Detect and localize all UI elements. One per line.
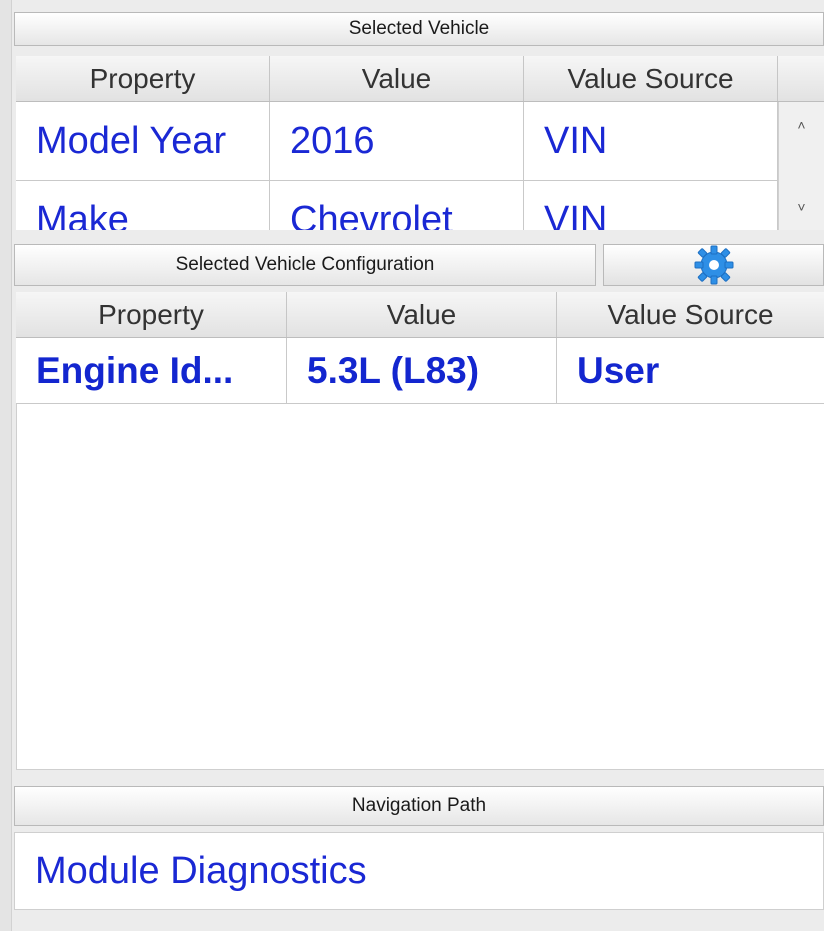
cell-property: Make: [16, 181, 270, 230]
column-header-value[interactable]: Value: [287, 292, 557, 337]
navigation-path-header: Navigation Path: [14, 786, 824, 826]
scroll-down-button[interactable]: ˅: [779, 192, 824, 222]
vehicle-info-panel: Selected Vehicle Property Value Value So…: [0, 0, 824, 931]
cell-value-source: VIN: [524, 102, 778, 180]
cell-value-source: User: [577, 349, 660, 391]
cell-value: 5.3L (L83): [287, 338, 557, 403]
gear-icon: [694, 245, 733, 285]
chevron-up-icon: ˄: [797, 117, 806, 133]
cell-value: Chevrolet: [270, 181, 524, 230]
scroll-up-button[interactable]: ˄: [779, 110, 824, 140]
configuration-header: Selected Vehicle Configuration: [14, 244, 596, 286]
navigation-path-value[interactable]: Module Diagnostics: [14, 832, 824, 910]
cell-property: Model Year: [16, 102, 270, 180]
configuration-empty-area: [16, 404, 824, 770]
configuration-column-headers: Property Value Value Source: [16, 292, 824, 338]
configuration-grid: Engine Id... 5.3L (L83) User: [16, 338, 824, 404]
chevron-down-icon: ˅: [797, 199, 806, 215]
selected-vehicle-title: Selected Vehicle: [348, 18, 490, 39]
selected-vehicle-grid: Model Year 2016 VIN Make Chevrolet VIN: [16, 102, 778, 230]
selected-vehicle-header: Selected Vehicle: [14, 12, 824, 46]
column-header-value[interactable]: Value: [270, 56, 524, 101]
cell-value: 2016: [270, 102, 524, 180]
configure-button[interactable]: [603, 244, 824, 286]
column-header-property[interactable]: Property: [16, 56, 270, 101]
navigation-path-text: Module Diagnostics: [35, 849, 367, 892]
table-row[interactable]: Make Chevrolet VIN: [16, 181, 778, 230]
selected-vehicle-column-headers: Property Value Value Source: [16, 56, 824, 102]
navigation-path-title: Navigation Path: [351, 795, 487, 816]
column-header-property[interactable]: Property: [16, 292, 287, 337]
selected-vehicle-scrollbar[interactable]: ˄ ˅: [778, 102, 824, 230]
panel-left-border: [0, 0, 12, 931]
header-spacer: [778, 56, 824, 101]
configuration-title: Selected Vehicle Configuration: [175, 254, 435, 275]
table-row[interactable]: Engine Id... 5.3L (L83) User: [16, 338, 824, 404]
cell-value-source: VIN: [524, 181, 778, 230]
cell-property: Engine Id...: [16, 338, 287, 403]
column-header-value-source[interactable]: Value Source: [557, 292, 824, 337]
table-row[interactable]: Model Year 2016 VIN: [16, 102, 778, 181]
column-header-value-source[interactable]: Value Source: [524, 56, 778, 101]
